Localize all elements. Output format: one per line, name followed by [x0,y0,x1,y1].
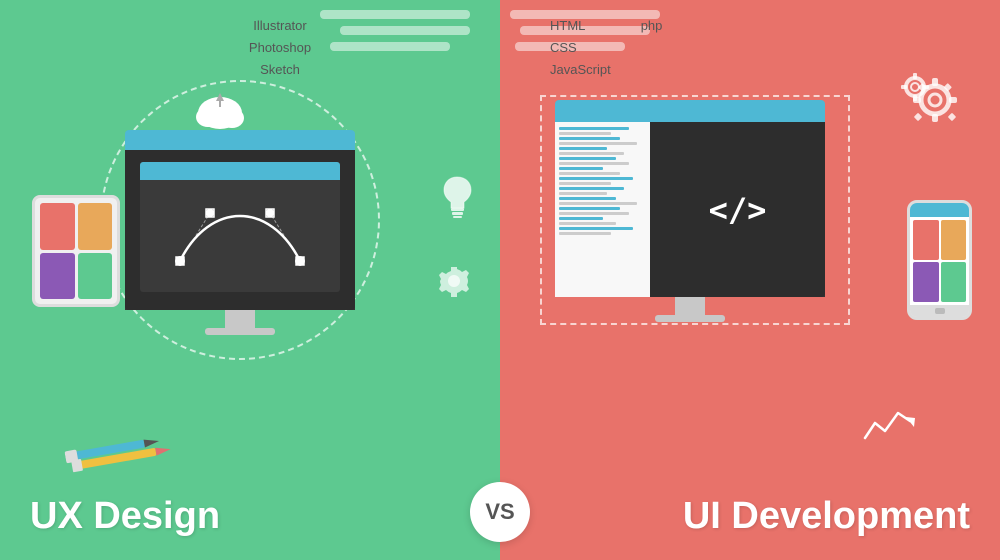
left-title: UX Design [30,495,220,538]
tool-sketch: Sketch [249,59,311,81]
left-panel: Illustrator Photoshop Sketch [0,0,500,560]
right-panel: HTML CSS JavaScript php [500,0,1000,560]
tablet-device [32,195,120,307]
monitor-right: </> [555,100,825,322]
right-title: UI Development [683,495,970,538]
tool-html: HTML [550,15,611,37]
tools-left: Illustrator Photoshop Sketch [249,15,311,81]
deco-waves-left [300,0,500,60]
code-tag: </> [709,191,767,229]
vs-circle: VS [470,482,530,542]
tools-right: HTML CSS JavaScript php [550,15,662,81]
tool-illustrator: Illustrator [249,15,311,37]
main-container: Illustrator Photoshop Sketch [0,0,1000,560]
tool-photoshop: Photoshop [249,37,311,59]
tool-css: CSS [550,37,611,59]
analytics-icon [860,403,920,448]
gear-icon-left [438,265,470,302]
phone-device [907,200,972,320]
gear-icons-right [900,65,980,140]
bezier-curve [160,191,320,281]
tool-php: php [641,15,663,37]
tool-javascript: JavaScript [550,59,611,81]
vs-label: VS [485,499,514,525]
tools-illustration-left [62,417,188,482]
lightbulb-icon [440,175,475,225]
monitor-left [125,130,355,335]
